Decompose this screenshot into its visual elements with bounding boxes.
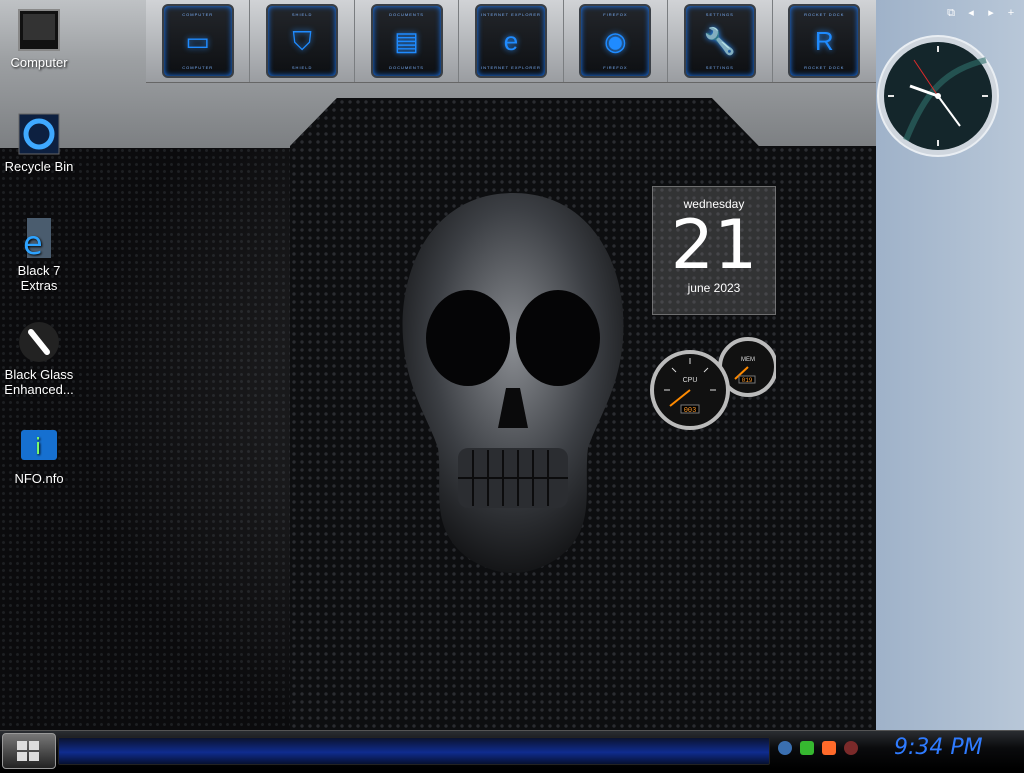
rocket-icon: R	[814, 26, 834, 56]
restore-icon[interactable]: ⧉	[944, 6, 958, 20]
dock-item-firefox[interactable]: FIREFOX ◉ FIREFOX	[564, 0, 669, 82]
next-icon[interactable]: ▸	[984, 6, 998, 20]
ie-icon: e	[503, 26, 519, 56]
svg-text:i: i	[35, 435, 41, 460]
analog-clock-gadget[interactable]	[876, 30, 1004, 163]
desktop-icon-black7-extras[interactable]: e Black 7 Extras	[0, 216, 78, 293]
wrench-icon: 🔧	[703, 26, 736, 56]
dock-item-documents[interactable]: DOCUMENTS ▤ DOCUMENTS	[355, 0, 460, 82]
volume-icon[interactable]	[844, 741, 858, 755]
prev-icon[interactable]: ◂	[964, 6, 978, 20]
desktop-icon-nfo[interactable]: i NFO.nfo	[0, 424, 78, 486]
firefox-icon: ◉	[604, 26, 627, 56]
system-tray	[778, 741, 858, 755]
start-button[interactable]	[2, 733, 56, 769]
cpu-label: CPU	[683, 377, 698, 384]
network-icon[interactable]	[778, 741, 792, 755]
computer-icon	[17, 8, 61, 52]
monitor-icon: ▭	[185, 26, 210, 56]
add-gadget-icon[interactable]: +	[1004, 6, 1018, 20]
dock-item-shield[interactable]: SHIELD ⛉ SHIELD	[250, 0, 355, 82]
cpu-readout: 003	[684, 407, 697, 415]
action-center-flag-icon[interactable]	[800, 741, 814, 755]
cpu-meter-gadget[interactable]: CPU MEM 003 019	[650, 334, 778, 434]
battery-icon[interactable]	[822, 741, 836, 755]
taskbar-clock[interactable]: 9:34 PM	[894, 735, 1018, 763]
desktop-icon-computer[interactable]: Computer	[0, 8, 78, 70]
dock-item-computer[interactable]: COMPUTER ▭ COMPUTER	[146, 0, 251, 82]
mem-label: MEM	[741, 357, 755, 363]
desktop[interactable]: COMPUTER ▭ COMPUTER SHIELD ⛉ SHIELD DOCUMENT…	[0, 0, 876, 730]
brush-icon	[17, 320, 61, 364]
taskbar-task-area[interactable]	[58, 737, 770, 765]
calendar-gadget[interactable]: wednesday 21 june 2023	[652, 186, 776, 315]
skull-wallpaper-art	[388, 188, 638, 580]
svg-text:e: e	[23, 224, 43, 260]
windows-sidebar: ⧉ ◂ ▸ +	[876, 0, 1024, 730]
calendar-day: 21	[670, 206, 758, 285]
desktop-icon-black-glass-enhanced[interactable]: Black Glass Enhanced...	[0, 320, 78, 397]
sidebar-controls: ⧉ ◂ ▸ +	[944, 6, 1018, 20]
info-file-icon: i	[17, 424, 61, 468]
dock-item-rocketdock[interactable]: ROCKET DOCK R ROCKET DOCK	[773, 0, 876, 82]
shield-icon: ⛉	[292, 26, 312, 56]
taskbar: 9:34 PM	[0, 730, 1024, 769]
dock-bar: COMPUTER ▭ COMPUTER SHIELD ⛉ SHIELD DOCUMENT…	[146, 0, 876, 83]
desktop-icon-recycle-bin[interactable]: Recycle Bin	[0, 112, 78, 174]
folder-icon: ▤	[394, 26, 419, 56]
dock-item-internet-explorer[interactable]: INTERNET EXPLORER e INTERNET EXPLORER	[459, 0, 564, 82]
ie-shortcut-icon: e	[17, 216, 61, 262]
recycle-bin-icon	[17, 112, 61, 156]
mem-readout: 019	[742, 377, 753, 384]
dock-item-settings[interactable]: SETTINGS 🔧 SETTINGS	[668, 0, 773, 82]
